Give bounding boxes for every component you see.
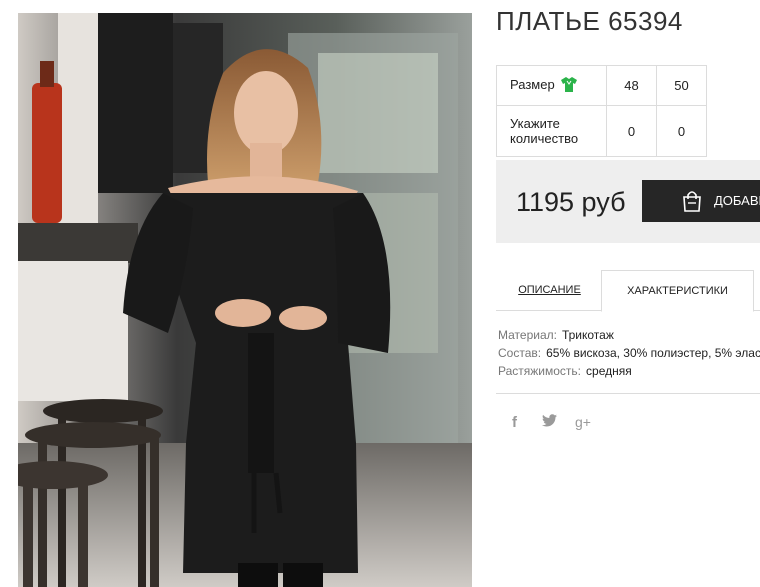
size-50[interactable]: 50 (656, 65, 707, 106)
size-label: Размер (510, 76, 555, 92)
googleplus-share-button[interactable]: g+ (575, 414, 591, 430)
add-to-cart-label: ДОБАВИТЬ (714, 193, 760, 208)
twitter-share-button[interactable] (542, 414, 557, 431)
shirt-icon[interactable] (560, 76, 577, 95)
spec-key: Растяжимость: (498, 364, 582, 378)
spec-row: Материал: Трикотаж (498, 326, 760, 344)
size-label-cell: Размер (496, 65, 607, 106)
quantity-input-48[interactable]: 0 (606, 105, 657, 157)
quantity-input-50[interactable]: 0 (656, 105, 707, 157)
spec-key: Состав: (498, 346, 542, 360)
spec-value: 65% вискоза, 30% полиэстер, 5% эластан (546, 346, 760, 360)
spec-value: Трикотаж (561, 328, 614, 342)
spec-value: средняя (586, 364, 632, 378)
product-photo[interactable] (18, 13, 472, 587)
tab-description[interactable]: ОПИСАНИЕ (496, 270, 603, 310)
shopping-bag-icon (683, 191, 701, 212)
size-row: Размер 48 50 (496, 65, 707, 106)
size-quantity-table: Размер 48 50 Укажите количество 0 0 (496, 65, 707, 157)
product-tabs: ОПИСАНИЕ ХАРАКТЕРИСТИКИ (496, 270, 760, 312)
buy-box: 1195 руб ДОБАВИТЬ (496, 160, 760, 243)
googleplus-icon: g+ (575, 414, 591, 430)
price: 1195 руб (516, 187, 626, 217)
quantity-label: Укажите количество (496, 105, 607, 157)
quantity-row: Укажите количество 0 0 (496, 105, 707, 157)
spec-key: Материал: (498, 328, 557, 342)
tab-characteristics[interactable]: ХАРАКТЕРИСТИКИ (601, 270, 754, 312)
add-to-cart-button[interactable]: ДОБАВИТЬ (642, 180, 760, 222)
facebook-icon: f (512, 414, 517, 431)
product-title: ПЛАТЬЕ 65394 (496, 6, 683, 36)
divider (496, 393, 760, 394)
spec-row: Растяжимость: средняя (498, 362, 760, 380)
spec-row: Состав: 65% вискоза, 30% полиэстер, 5% эл… (498, 344, 760, 362)
facebook-share-button[interactable]: f (512, 414, 517, 431)
specs-list: Материал: Трикотаж Состав: 65% вискоза, 30… (498, 326, 760, 380)
size-48[interactable]: 48 (606, 65, 657, 106)
twitter-icon (542, 414, 557, 427)
